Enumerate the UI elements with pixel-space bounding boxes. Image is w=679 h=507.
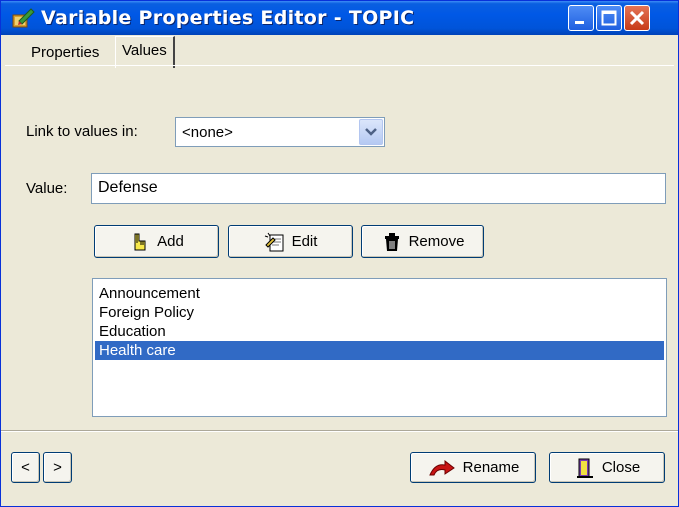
app-pencil-icon bbox=[12, 8, 35, 28]
window-title: Variable Properties Editor - TOPIC bbox=[41, 7, 415, 29]
chevron-down-icon[interactable] bbox=[359, 119, 383, 145]
chevron-left-icon: < bbox=[21, 459, 30, 476]
trash-can-icon bbox=[384, 232, 399, 251]
close-window-button[interactable] bbox=[624, 5, 650, 31]
curved-arrow-icon bbox=[428, 459, 455, 475]
link-to-values-dropdown[interactable]: <none> bbox=[175, 117, 385, 147]
door-exit-icon bbox=[576, 458, 593, 478]
maximize-button[interactable] bbox=[596, 5, 622, 31]
close-icon bbox=[629, 10, 645, 26]
maximize-icon bbox=[601, 10, 617, 26]
rename-button[interactable]: Rename bbox=[410, 452, 536, 483]
tab-properties[interactable]: Properties bbox=[25, 40, 105, 64]
list-item-selected[interactable]: Health care bbox=[95, 341, 664, 360]
rename-button-label: Rename bbox=[462, 459, 520, 476]
properties-editor-window: Variable Properties Editor - TOPIC Prope… bbox=[0, 0, 679, 507]
edit-document-icon bbox=[264, 232, 284, 251]
tab-values[interactable]: Values bbox=[115, 36, 175, 68]
minimize-button[interactable] bbox=[568, 5, 594, 31]
add-button[interactable]: Add bbox=[94, 225, 219, 258]
edit-button-label: Edit bbox=[291, 233, 318, 250]
link-to-values-selected: <none> bbox=[182, 124, 233, 141]
values-list[interactable]: Announcement Foreign Policy Education He… bbox=[92, 278, 667, 417]
chevron-right-icon: > bbox=[53, 459, 62, 476]
next-button[interactable]: > bbox=[43, 452, 72, 483]
title-bar[interactable]: Variable Properties Editor - TOPIC bbox=[1, 1, 678, 35]
minimize-icon bbox=[575, 21, 584, 24]
close-button-label: Close bbox=[601, 459, 641, 476]
list-item[interactable]: Announcement bbox=[95, 284, 664, 303]
link-to-values-label: Link to values in: bbox=[26, 123, 138, 140]
list-item[interactable]: Education bbox=[95, 322, 664, 341]
previous-button[interactable]: < bbox=[11, 452, 40, 483]
edit-button[interactable]: Edit bbox=[228, 225, 353, 258]
value-input[interactable]: Defense bbox=[91, 173, 666, 204]
remove-button-label: Remove bbox=[408, 233, 465, 250]
remove-button[interactable]: Remove bbox=[361, 225, 484, 258]
list-item[interactable]: Foreign Policy bbox=[95, 303, 664, 322]
pointing-hand-icon bbox=[134, 233, 146, 250]
close-button[interactable]: Close bbox=[549, 452, 665, 483]
value-label: Value: bbox=[26, 180, 68, 197]
add-button-label: Add bbox=[157, 233, 184, 250]
divider bbox=[1, 430, 678, 432]
